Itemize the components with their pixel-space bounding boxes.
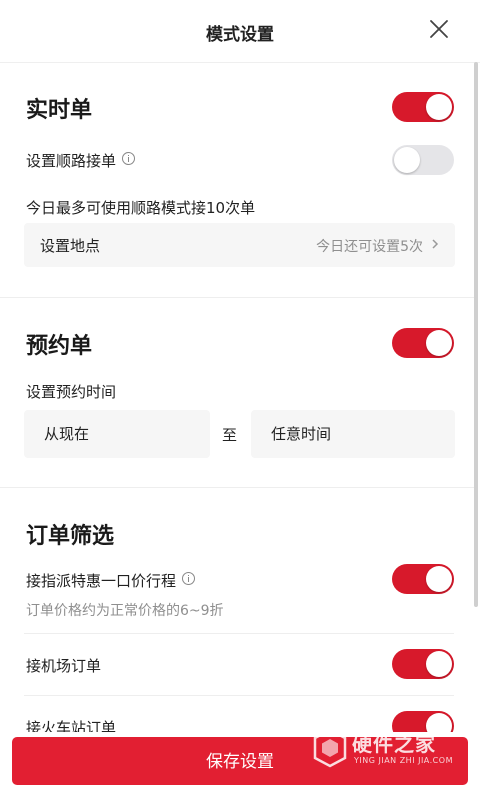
toggle-knob xyxy=(426,330,452,356)
toggle-knob xyxy=(426,566,452,592)
route-order-label: 设置顺路接单 xyxy=(26,150,136,171)
info-icon[interactable] xyxy=(182,572,196,585)
filter-item-label: 接火车站订单 xyxy=(26,719,117,732)
order-filter-section: 订单筛选 接指派特惠一口价行程 订单价格约为正常价格的6~9折 接机场订单 接火… xyxy=(0,488,474,732)
header-bar: 模式设置 xyxy=(0,0,480,63)
realtime-toggle[interactable] xyxy=(392,92,454,122)
chevron-right-icon xyxy=(432,239,439,249)
toggle-knob xyxy=(426,651,452,677)
route-order-text: 设置顺路接单 xyxy=(26,152,117,170)
filter-item-toggle[interactable] xyxy=(392,649,454,679)
page-title: 模式设置 xyxy=(206,25,274,45)
time-range-separator: 至 xyxy=(222,426,238,444)
reservation-title: 预约单 xyxy=(26,334,93,359)
toggle-knob xyxy=(426,713,452,732)
info-icon[interactable] xyxy=(122,152,136,165)
filter-item-toggle[interactable] xyxy=(392,711,454,732)
save-button[interactable]: 保存设置 xyxy=(12,737,468,785)
route-limit-text: 今日最多可使用顺路模式接10次单 xyxy=(26,199,256,217)
set-location-hint: 今日还可设置5次 xyxy=(316,239,423,255)
realtime-title: 实时单 xyxy=(26,98,93,123)
item-divider xyxy=(24,633,454,634)
set-location-label: 设置地点 xyxy=(40,237,101,255)
filter-item-label: 接指派特惠一口价行程 xyxy=(26,570,196,591)
reservation-section: 预约单 设置预约时间 从现在 至 任意时间 xyxy=(0,298,474,487)
filter-item-toggle[interactable] xyxy=(392,564,454,594)
set-location-row[interactable]: 设置地点 今日还可设置5次 xyxy=(24,223,455,267)
scrollbar[interactable] xyxy=(474,62,478,607)
toggle-knob xyxy=(426,94,452,120)
realtime-section: 实时单 设置顺路接单 今日最多可使用顺路模式接10次单 设置地点 今日还可设置5… xyxy=(0,62,474,297)
reservation-time-label: 设置预约时间 xyxy=(26,383,117,401)
item-divider xyxy=(24,695,454,696)
toggle-knob xyxy=(394,147,420,173)
footer-bar: 保存设置 xyxy=(0,732,480,800)
time-to-field[interactable]: 任意时间 xyxy=(251,410,455,458)
reservation-toggle[interactable] xyxy=(392,328,454,358)
filter-item-sublabel: 订单价格约为正常价格的6~9折 xyxy=(26,603,224,619)
settings-content[interactable]: 实时单 设置顺路接单 今日最多可使用顺路模式接10次单 设置地点 今日还可设置5… xyxy=(0,62,474,732)
filter-item-label: 接机场订单 xyxy=(26,657,102,675)
close-icon[interactable] xyxy=(428,18,450,40)
filter-item-text: 接指派特惠一口价行程 xyxy=(26,572,177,590)
time-from-field[interactable]: 从现在 xyxy=(24,410,210,458)
order-filter-title: 订单筛选 xyxy=(26,524,115,549)
route-order-toggle[interactable] xyxy=(392,145,454,175)
